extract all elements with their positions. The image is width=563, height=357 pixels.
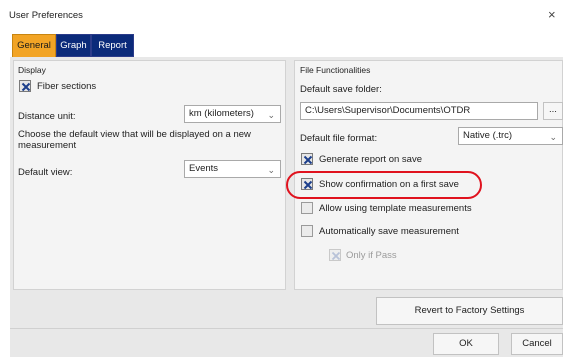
fiber-sections-checkbox[interactable] xyxy=(19,80,31,92)
generate-report-label: Generate report on save xyxy=(319,154,422,165)
close-icon[interactable]: × xyxy=(548,7,556,22)
generate-report-checkbox[interactable] xyxy=(301,153,313,165)
distance-unit-label: Distance unit: xyxy=(18,111,76,122)
default-view-value: Events xyxy=(189,163,219,174)
default-view-select[interactable]: Events ⌄ xyxy=(184,160,281,178)
save-folder-input[interactable]: C:\Users\Supervisor\Documents\OTDR xyxy=(300,102,538,120)
auto-save-checkbox[interactable] xyxy=(301,225,313,237)
cancel-button[interactable]: Cancel xyxy=(511,333,563,355)
window-title: User Preferences xyxy=(9,10,83,21)
title-bar xyxy=(0,0,563,30)
file-format-value: Native (.trc) xyxy=(463,130,513,141)
only-if-pass-checkbox[interactable] xyxy=(329,249,341,261)
revert-factory-settings-button[interactable]: Revert to Factory Settings xyxy=(376,297,563,325)
file-functionalities-heading: File Functionalities xyxy=(300,65,371,75)
distance-unit-select[interactable]: km (kilometers) ⌄ xyxy=(184,105,281,123)
checkmark-x-icon xyxy=(331,251,341,261)
auto-save-label: Automatically save measurement xyxy=(319,226,459,237)
ok-button[interactable]: OK xyxy=(433,333,499,355)
chevron-down-icon: ⌄ xyxy=(549,132,557,142)
fiber-sections-label: Fiber sections xyxy=(37,81,97,92)
allow-template-checkbox[interactable] xyxy=(301,202,313,214)
highlight-annotation xyxy=(286,171,482,199)
default-view-description: Choose the default view that will be dis… xyxy=(18,129,251,151)
chevron-down-icon: ⌄ xyxy=(267,165,275,175)
tab-report[interactable]: Report xyxy=(91,34,134,57)
display-heading: Display xyxy=(18,65,46,75)
tab-graph[interactable]: Graph xyxy=(56,34,91,57)
file-format-select[interactable]: Native (.trc) ⌄ xyxy=(458,127,563,145)
browse-folder-button[interactable]: ... xyxy=(543,102,563,120)
only-if-pass-label: Only if Pass xyxy=(346,250,397,261)
tab-general[interactable]: General xyxy=(12,34,56,58)
save-folder-label: Default save folder: xyxy=(300,84,382,95)
file-format-label: Default file format: xyxy=(300,133,378,144)
checkmark-x-icon xyxy=(21,82,31,92)
checkmark-x-icon xyxy=(303,155,313,165)
allow-template-label: Allow using template measurements xyxy=(319,203,472,214)
default-view-label: Default view: xyxy=(18,167,73,178)
distance-unit-value: km (kilometers) xyxy=(189,108,254,119)
chevron-down-icon: ⌄ xyxy=(267,110,275,120)
button-divider xyxy=(10,328,563,329)
